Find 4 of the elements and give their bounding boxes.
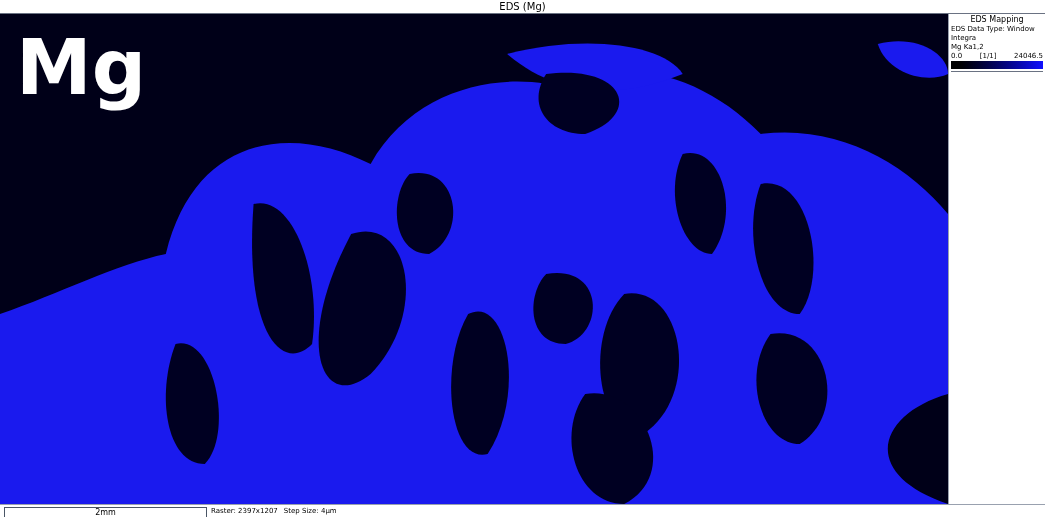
element-label: Mg bbox=[16, 22, 147, 114]
window-title: EDS (Mg) bbox=[499, 1, 546, 12]
legend-title: EDS Mapping bbox=[969, 15, 1025, 25]
scale-bar: 2mm bbox=[4, 506, 207, 517]
